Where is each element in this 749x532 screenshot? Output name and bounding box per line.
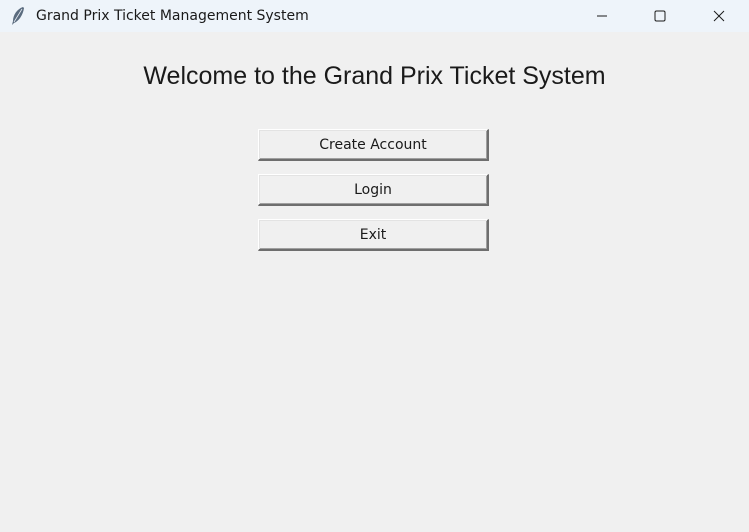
exit-button[interactable]: Exit	[258, 219, 489, 251]
minimize-button[interactable]	[573, 0, 631, 32]
maximize-icon	[654, 7, 666, 26]
welcome-heading: Welcome to the Grand Prix Ticket System	[143, 62, 606, 90]
window-title: Grand Prix Ticket Management System	[36, 8, 309, 24]
login-button[interactable]: Login	[258, 174, 489, 206]
close-icon	[713, 7, 725, 26]
create-account-button[interactable]: Create Account	[258, 129, 489, 161]
main-content: Welcome to the Grand Prix Ticket System …	[0, 32, 749, 532]
feather-icon	[10, 6, 26, 26]
maximize-button[interactable]	[631, 0, 689, 32]
title-bar[interactable]: Grand Prix Ticket Management System	[0, 0, 749, 32]
app-window: Grand Prix Ticket Management System Welc…	[0, 0, 749, 532]
close-button[interactable]	[690, 0, 748, 32]
minimize-icon	[596, 7, 608, 26]
